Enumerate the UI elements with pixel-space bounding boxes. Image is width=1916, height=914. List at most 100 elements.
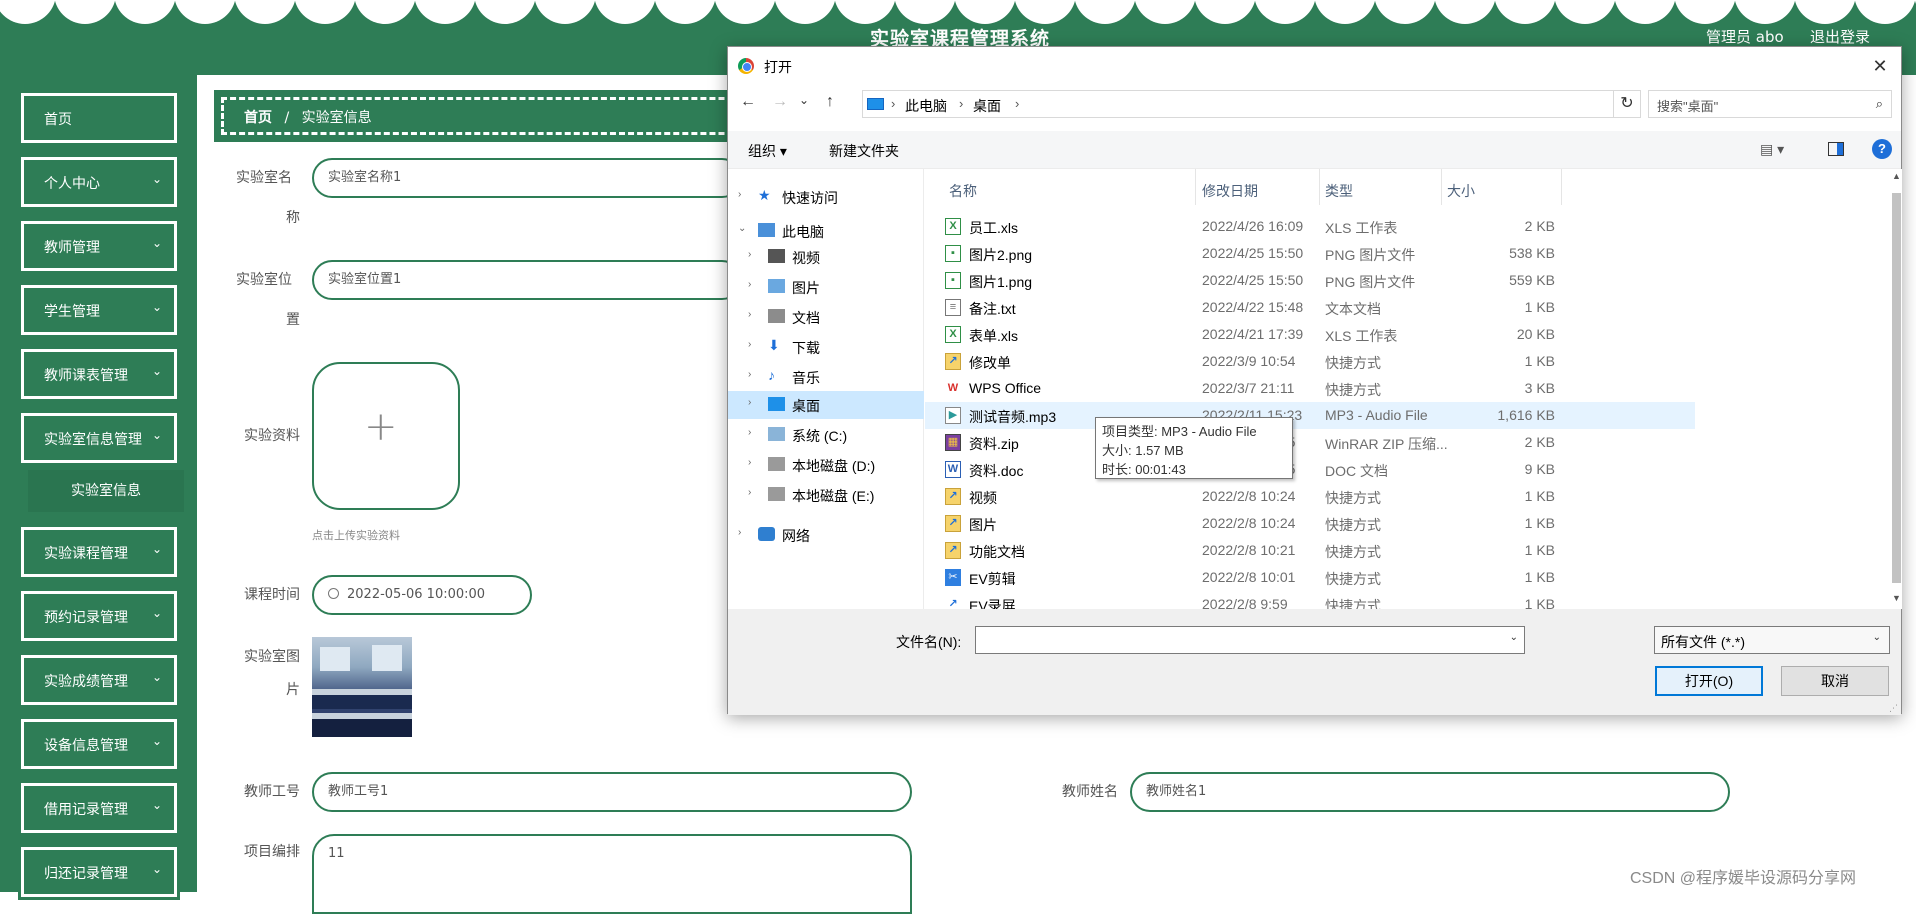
address-separator[interactable]: › [891,96,895,111]
new-folder-button[interactable]: 新建文件夹 [829,141,899,161]
nav-tree-item[interactable]: › 本地磁盘 (E:) [728,481,924,509]
teacher-id-input[interactable]: 教师工号1 [312,772,912,812]
breadcrumb-home[interactable]: 首页 [244,110,272,126]
open-button[interactable]: 打开(O) [1655,666,1763,696]
sidebar-item[interactable]: 教师课表管理 ⌄ [18,346,180,402]
close-icon[interactable]: ✕ [1867,53,1893,79]
file-row[interactable]: ↗ 图片 2022/2/8 10:24 快捷方式 1 KB [925,510,1695,537]
collapse-chevron-icon[interactable]: › [748,427,751,438]
file-row[interactable]: ▪ 图片2.png 2022/4/25 15:50 PNG 图片文件 538 KB [925,240,1695,267]
sidebar-item[interactable]: 实验室信息管理 ⌄ [18,410,180,466]
file-size: 1 KB [1524,569,1555,585]
column-divider[interactable] [1319,169,1320,205]
lab-name-input[interactable]: 实验室名称1 [312,158,742,198]
scroll-down-icon[interactable]: ▼ [1891,593,1902,603]
sidebar-item[interactable]: 首页 [18,90,180,146]
address-segment-desktop[interactable]: 桌面 [973,96,1001,116]
nav-tree-item[interactable]: › 文档 [728,303,924,331]
address-bar[interactable]: › 此电脑 › 桌面 › ⌄ [862,90,1734,118]
nav-tree-item[interactable]: › ♪ 音乐 [728,363,924,391]
sidebar-item[interactable]: 学生管理 ⌄ [18,282,180,338]
up-arrow-icon[interactable]: ↑ [820,93,840,111]
help-icon[interactable]: ? [1872,139,1892,159]
filename-input[interactable]: ⌄ [975,626,1525,654]
nav-tree-item[interactable]: ⌄ 此电脑 [728,217,924,245]
file-row[interactable]: W WPS Office 2022/3/7 21:11 快捷方式 3 KB [925,375,1695,402]
vertical-scrollbar[interactable]: ▲ ▼ [1891,169,1902,609]
refresh-icon[interactable]: ↻ [1613,90,1641,118]
address-segment-this-pc[interactable]: 此电脑 [905,96,947,116]
logout-link[interactable]: 退出登录 [1810,26,1870,47]
nav-tree-item[interactable]: › 视频 [728,243,924,271]
collapse-chevron-icon[interactable]: › [748,279,751,290]
scroll-up-icon[interactable]: ▲ [1891,171,1902,181]
collapse-chevron-icon[interactable]: › [738,527,741,538]
sidebar-subitem-lab-info[interactable]: 实验室信息 [28,470,184,512]
lab-photo-thumbnail[interactable] [312,637,412,737]
back-arrow-icon[interactable]: ← [738,93,758,111]
file-row[interactable]: ✂ EV剪辑 2022/2/8 10:01 快捷方式 1 KB [925,564,1695,591]
file-type: XLS 工作表 [1325,328,1398,344]
collapse-chevron-icon[interactable]: › [748,457,751,468]
sidebar-item[interactable]: 教师管理 ⌄ [18,218,180,274]
tooltip-type: 项目类型: MP3 - Audio File [1102,424,1257,439]
address-separator[interactable]: › [1015,96,1019,111]
sidebar-item[interactable]: 设备信息管理 ⌄ [18,716,180,772]
lab-location-input[interactable]: 实验室位置1 [312,260,742,300]
collapse-chevron-icon[interactable]: › [748,339,751,350]
nav-tree-item[interactable]: › 网络 [728,521,924,549]
nav-tree-item[interactable]: › ⬇ 下载 [728,333,924,361]
file-row[interactable]: X 表单.xls 2022/4/21 17:39 XLS 工作表 20 KB [925,321,1695,348]
column-header-date[interactable]: 修改日期 [1202,181,1258,201]
organize-button[interactable]: 组织 ▾ [748,141,787,161]
preview-pane-icon[interactable] [1828,142,1844,156]
file-row[interactable]: ▪ 图片1.png 2022/4/25 15:50 PNG 图片文件 559 KB [925,267,1695,294]
collapse-chevron-icon[interactable]: › [738,189,741,200]
project-textarea[interactable]: 11 [312,834,912,914]
nav-tree-item[interactable]: › ★ 快速访问 [728,183,924,211]
collapse-chevron-icon[interactable]: › [748,487,751,498]
filetype-select[interactable]: 所有文件 (*.*) ⌄ [1654,626,1890,654]
sidebar-item[interactable]: 个人中心 ⌄ [18,154,180,210]
search-input[interactable]: 搜索"桌面" ⌕ [1648,90,1892,118]
recent-locations-chevron-icon[interactable]: ⌄ [794,93,814,107]
column-header-size[interactable]: 大小 [1447,181,1475,201]
nav-tree-item[interactable]: › 本地磁盘 (D:) [728,451,924,479]
file-row[interactable]: W资料.doc2022/2/8 10:25DOC 文档9 KB [925,456,1695,483]
column-divider[interactable] [1195,169,1196,205]
column-divider[interactable] [1441,169,1442,205]
column-divider[interactable] [1561,169,1562,205]
collapse-chevron-icon[interactable]: › [748,369,751,380]
view-options-icon[interactable]: ▤ ▾ [1760,141,1784,158]
sidebar-item[interactable]: 借用记录管理 ⌄ [18,780,180,836]
scrollbar-thumb[interactable] [1892,193,1901,583]
resize-grip-icon[interactable]: ⋰ [1889,703,1899,713]
collapse-chevron-icon[interactable]: › [748,397,751,408]
column-header-name[interactable]: 名称 [949,181,977,201]
file-row[interactable]: ↗ 修改单 2022/3/9 10:54 快捷方式 1 KB [925,348,1695,375]
nav-tree-item[interactable]: › 桌面 [728,391,924,419]
file-row[interactable]: X 员工.xls 2022/4/26 16:09 XLS 工作表 2 KB [925,213,1695,240]
collapse-chevron-icon[interactable]: › [748,249,751,260]
teacher-name-input[interactable]: 教师姓名1 [1130,772,1730,812]
sidebar-item[interactable]: 预约记录管理 ⌄ [18,588,180,644]
file-row[interactable]: ↗ 功能文档 2022/2/8 10:21 快捷方式 1 KB [925,537,1695,564]
address-separator[interactable]: › [959,96,963,111]
course-time-picker[interactable]: 2022-05-06 10:00:00 [312,575,532,615]
dialog-titlebar[interactable]: 打开 ✕ [728,47,1901,85]
file-row[interactable]: ≡ 备注.txt 2022/4/22 15:48 文本文档 1 KB [925,294,1695,321]
filename-dropdown-icon[interactable]: ⌄ [1510,632,1518,643]
file-row[interactable]: ▦资料.zip2022/2/8 10:25WinRAR ZIP 压缩...2 K… [925,429,1695,456]
expand-chevron-icon[interactable]: ⌄ [738,223,746,234]
sidebar-item[interactable]: 实验课程管理 ⌄ [18,524,180,580]
nav-tree-item[interactable]: › 系统 (C:) [728,421,924,449]
collapse-chevron-icon[interactable]: › [748,309,751,320]
file-row[interactable]: ↗ 视频 2022/2/8 10:24 快捷方式 1 KB [925,483,1695,510]
file-row[interactable]: ▶ 测试音频.mp3 2022/2/11 15:23 MP3 - Audio File… [925,402,1695,429]
lab-material-upload[interactable]: + [312,362,460,510]
sidebar-item[interactable]: 实验成绩管理 ⌄ [18,652,180,708]
column-header-type[interactable]: 类型 [1325,181,1353,201]
nav-tree-item[interactable]: › 图片 [728,273,924,301]
cancel-button[interactable]: 取消 [1781,666,1889,696]
forward-arrow-icon[interactable]: → [770,93,790,111]
